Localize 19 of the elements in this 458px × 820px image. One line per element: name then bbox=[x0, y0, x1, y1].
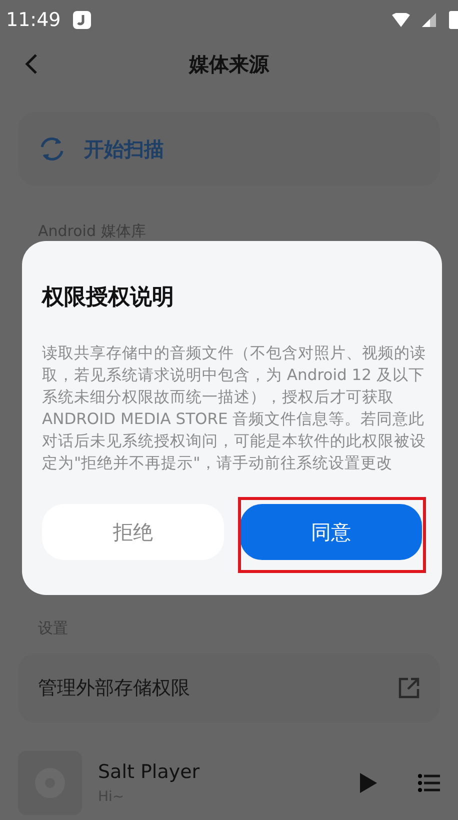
battery-icon bbox=[448, 10, 458, 30]
playlist-icon[interactable] bbox=[418, 773, 440, 793]
scan-card[interactable]: 开始扫描 bbox=[18, 112, 440, 186]
settings-label: 管理外部存储权限 bbox=[38, 676, 190, 701]
dialog-body: 读取共享存储中的音频文件（不包含对照片、视频的读取，若见系统请求说明中包含，为 Android 12 及以下系统未细分权限故而统一描述），授权后才可获取 ANDROID MEDIA STORE 音频文件信息等。若同意此对话后未见系统授权询问，可能是本软件的此权限被设定为"拒绝并不再提示"，请手动前往系统设置更改 bbox=[42, 343, 427, 474]
external-link-icon bbox=[398, 677, 420, 699]
deny-button[interactable]: 拒绝 bbox=[42, 504, 224, 560]
app-notification-icon bbox=[72, 11, 91, 29]
play-icon[interactable] bbox=[358, 772, 378, 794]
signal-icon bbox=[422, 13, 436, 27]
refresh-icon bbox=[38, 136, 66, 162]
agree-button[interactable]: 同意 bbox=[240, 504, 422, 560]
page-title: 媒体来源 bbox=[189, 51, 269, 78]
scan-label: 开始扫描 bbox=[84, 136, 164, 163]
status-time: 11:49 bbox=[6, 8, 61, 33]
dialog-title: 权限授权说明 bbox=[42, 284, 175, 312]
settings-card[interactable]: 管理外部存储权限 bbox=[18, 653, 440, 723]
wifi-icon bbox=[392, 13, 410, 27]
player-title: Salt Player bbox=[98, 760, 201, 786]
